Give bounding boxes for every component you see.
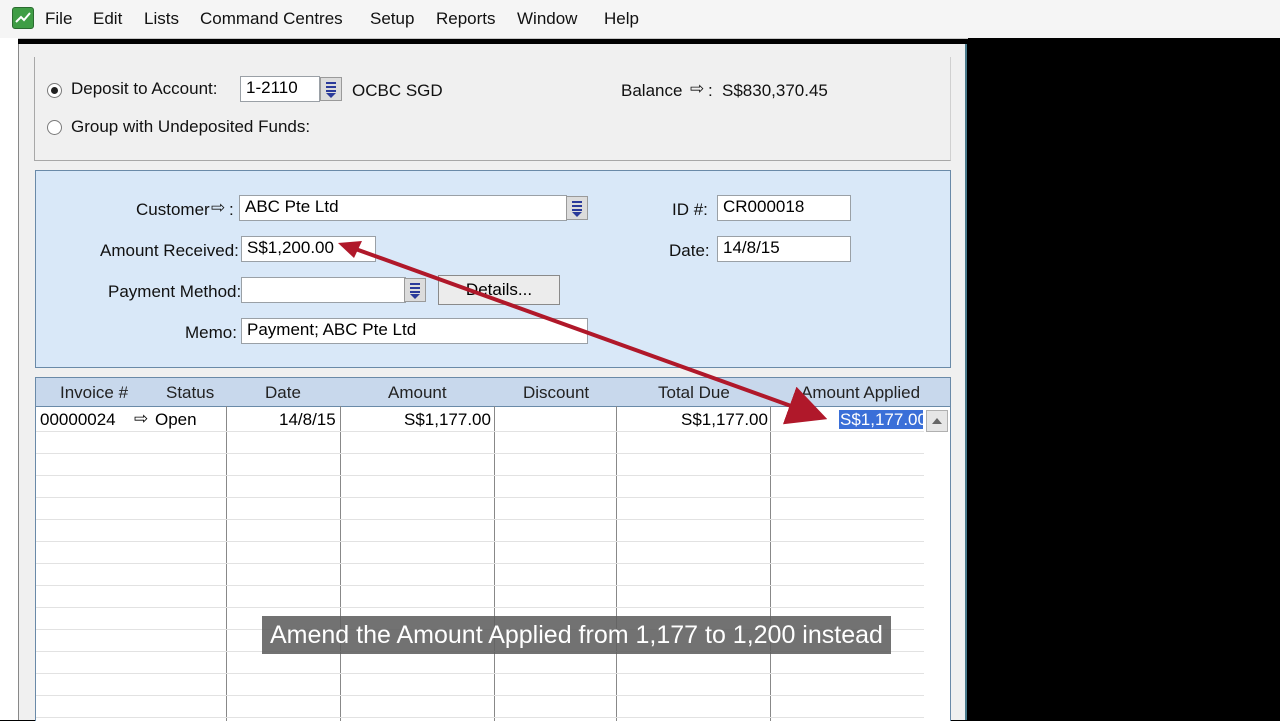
balance-label: Balance: [621, 81, 683, 100]
scroll-up-arrow-icon[interactable]: [926, 410, 948, 432]
deposit-to-account-radio[interactable]: [47, 83, 62, 98]
cell-status: Open: [155, 410, 197, 429]
memo-field[interactable]: Payment; ABC Pte Ltd: [241, 318, 588, 344]
cell-amount[interactable]: S$1,177.00: [404, 410, 491, 430]
grid-row-line: [36, 585, 924, 586]
grid-row-line: [36, 497, 924, 498]
grid-row-line: [36, 563, 924, 564]
id-field[interactable]: CR000018: [717, 195, 851, 221]
cell-invoice[interactable]: 00000024: [40, 410, 116, 430]
date-field[interactable]: 14/8/15: [717, 236, 851, 262]
customer-label: Customer: [136, 200, 210, 219]
grid-row-line: [36, 607, 924, 608]
payment-method-field[interactable]: [241, 277, 406, 303]
grid-row-line: [36, 673, 924, 674]
account-name: OCBC SGD: [352, 81, 443, 100]
payment-method-label: Payment Method:: [108, 282, 242, 301]
menu-help[interactable]: Help: [604, 9, 639, 29]
grid-row-line: [36, 431, 924, 432]
menu-reports[interactable]: Reports: [436, 9, 496, 29]
cell-date[interactable]: 14/8/15: [279, 410, 336, 430]
group-undeposited-label: Group with Undeposited Funds:: [71, 117, 311, 136]
amount-received-label: Amount Received:: [100, 241, 239, 260]
grid-row-line: [36, 695, 924, 696]
customer-panel: Customer ⇨ : ABC Pte Ltd Amount Received…: [35, 170, 951, 368]
app-icon[interactable]: [12, 7, 34, 29]
balance-arrow-icon[interactable]: ⇨: [690, 79, 704, 99]
cell-total-due[interactable]: S$1,177.00: [681, 410, 768, 430]
details-button[interactable]: Details...: [438, 275, 560, 305]
menu-file[interactable]: File: [45, 9, 72, 29]
header-amount[interactable]: Amount: [388, 383, 447, 403]
balance-value: S$830,370.45: [722, 81, 828, 100]
id-label: ID #:: [672, 200, 708, 219]
video-caption: Amend the Amount Applied from 1,177 to 1…: [262, 616, 891, 654]
grid-row-line: [36, 541, 924, 542]
memo-label: Memo:: [185, 323, 237, 342]
menu-setup[interactable]: Setup: [370, 9, 414, 29]
deposit-section: Deposit to Account: 1-2110 OCBC SGD Bala…: [34, 57, 951, 161]
left-frame: [0, 38, 18, 720]
grid-row-line: [36, 519, 924, 520]
menu-bar: File Edit Lists Command Centres Setup Re…: [0, 0, 1280, 39]
customer-field[interactable]: ABC Pte Ltd: [239, 195, 567, 221]
header-total-due[interactable]: Total Due: [658, 383, 730, 403]
balance-colon: :: [708, 81, 713, 100]
grid-header: Invoice # Status Date Amount Discount To…: [36, 378, 950, 407]
grid-row-line: [36, 717, 924, 718]
menu-window[interactable]: Window: [517, 9, 577, 29]
grid-row-line: [36, 475, 924, 476]
status-arrow-icon[interactable]: ⇨: [134, 409, 148, 429]
amount-applied-selection[interactable]: S$1,177.00: [839, 410, 923, 429]
account-number-field[interactable]: 1-2110: [240, 76, 320, 102]
grid-row-line: [36, 453, 924, 454]
header-date[interactable]: Date: [265, 383, 301, 403]
invoice-grid: Invoice # Status Date Amount Discount To…: [35, 377, 951, 721]
menu-command-centres[interactable]: Command Centres: [200, 9, 343, 29]
account-list-icon[interactable]: [320, 77, 342, 101]
menu-edit[interactable]: Edit: [93, 9, 122, 29]
payment-method-list-icon[interactable]: [404, 278, 426, 302]
date-label: Date:: [669, 241, 710, 260]
group-undeposited-radio[interactable]: [47, 120, 62, 135]
header-discount[interactable]: Discount: [523, 383, 589, 403]
customer-list-icon[interactable]: [566, 196, 588, 220]
amount-received-field[interactable]: S$1,200.00: [241, 236, 376, 262]
customer-arrow-icon[interactable]: ⇨: [211, 198, 225, 218]
customer-colon: :: [229, 200, 234, 219]
background-area: [968, 38, 1280, 720]
header-amount-applied[interactable]: Amount Applied: [801, 383, 920, 403]
cell-amount-applied[interactable]: S$1,177.00: [839, 410, 923, 430]
deposit-to-account-label: Deposit to Account:: [71, 79, 218, 98]
header-status[interactable]: Status: [166, 383, 214, 403]
header-invoice[interactable]: Invoice #: [60, 383, 128, 403]
menu-lists[interactable]: Lists: [144, 9, 179, 29]
